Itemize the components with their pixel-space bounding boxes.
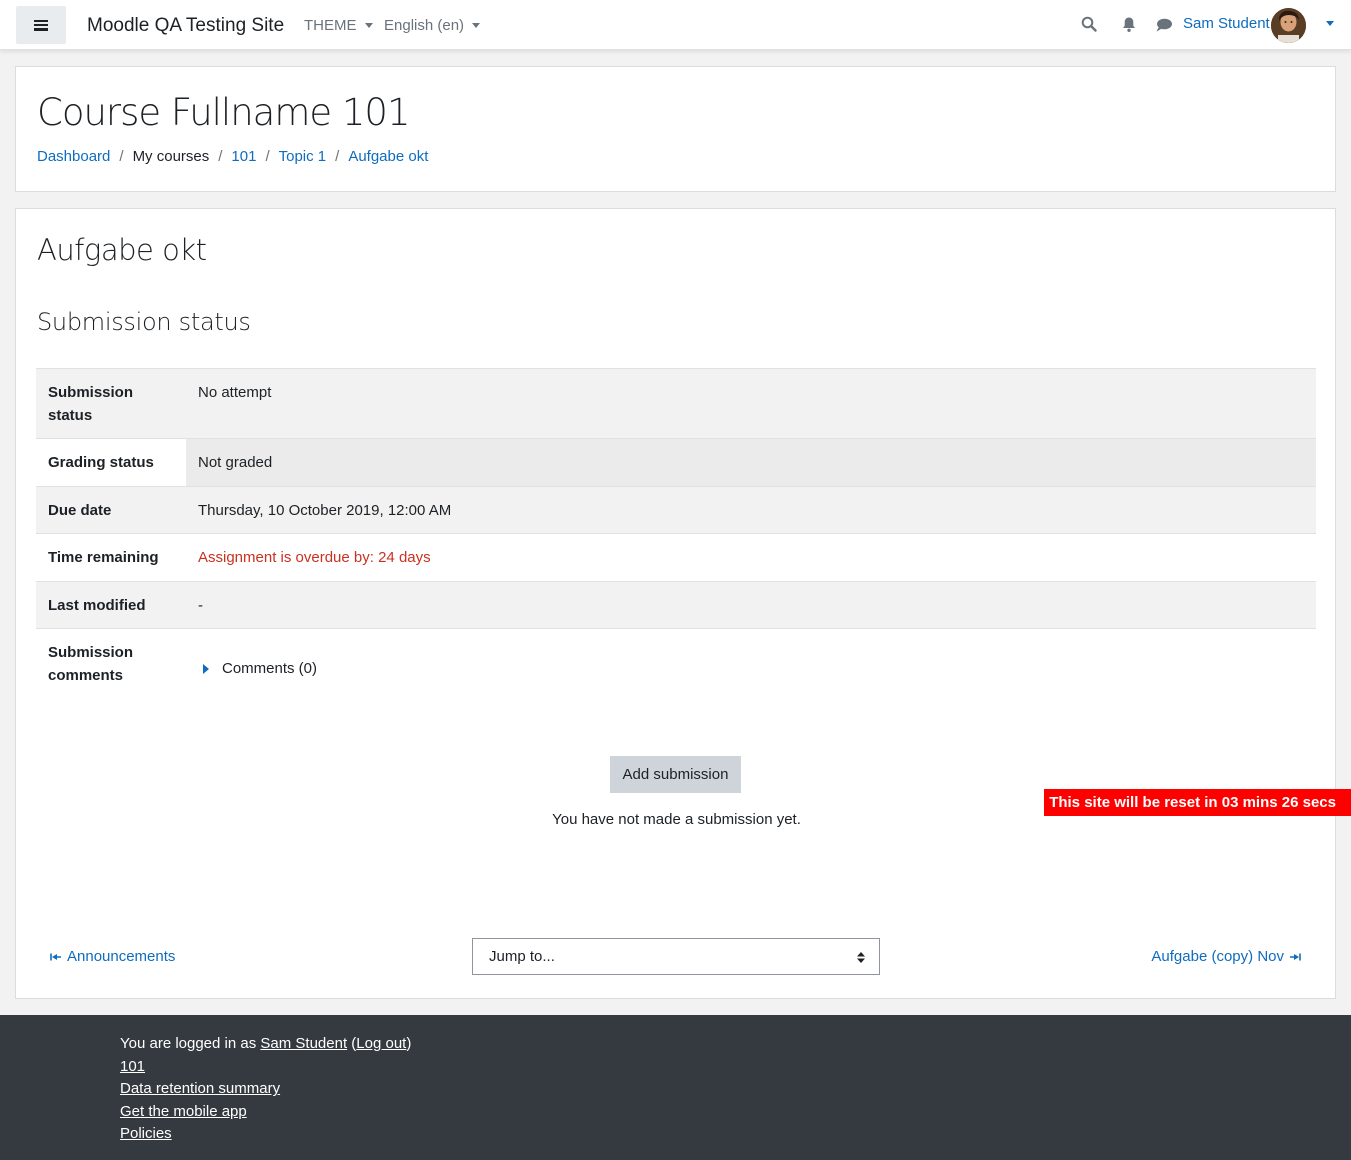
table-row: Last modified - bbox=[36, 582, 1316, 629]
breadcrumb: Dashboard / My courses / 101 / Topic 1 /… bbox=[37, 148, 428, 165]
table-row: Grading status Not graded bbox=[36, 439, 1316, 487]
site-name-link[interactable]: Moodle QA Testing Site bbox=[87, 15, 284, 37]
previous-activity-link[interactable]: Announcements bbox=[50, 948, 175, 965]
section-title: Submission status bbox=[37, 308, 251, 336]
site-reset-banner: This site will be reset in 03 mins 26 se… bbox=[1044, 789, 1351, 816]
select-arrows-icon bbox=[857, 952, 865, 963]
footer-user-link[interactable]: Sam Student bbox=[260, 1035, 347, 1052]
language-menu[interactable]: English (en) bbox=[384, 17, 481, 34]
mobile-app-link[interactable]: Get the mobile app bbox=[120, 1103, 247, 1120]
table-row: Due date Thursday, 10 October 2019, 12:0… bbox=[36, 487, 1316, 534]
caret-right-icon bbox=[203, 663, 209, 674]
bell-icon[interactable] bbox=[1121, 16, 1137, 37]
row-label: Time remaining bbox=[48, 549, 159, 566]
row-label: Submission status bbox=[48, 384, 134, 424]
messages-icon[interactable] bbox=[1155, 17, 1173, 37]
caret-down-icon bbox=[364, 23, 373, 28]
row-value: Thursday, 10 October 2019, 12:00 AM bbox=[198, 502, 452, 519]
breadcrumb-topic[interactable]: Topic 1 bbox=[279, 148, 327, 165]
arrow-left-icon bbox=[50, 953, 61, 960]
language-menu-label: English (en) bbox=[384, 17, 465, 34]
table-row: Submission status No attempt bbox=[36, 369, 1316, 439]
user-menu-name[interactable]: Sam Student bbox=[1183, 15, 1270, 32]
avatar[interactable] bbox=[1271, 8, 1306, 43]
jump-to-select[interactable]: Jump to... bbox=[472, 938, 880, 975]
breadcrumb-separator: / bbox=[119, 148, 124, 165]
logged-in-prefix: You are logged in as bbox=[120, 1035, 257, 1052]
hamburger-icon bbox=[34, 19, 48, 31]
breadcrumb-course[interactable]: 101 bbox=[231, 148, 256, 165]
data-retention-link[interactable]: Data retention summary bbox=[120, 1080, 280, 1097]
row-value: Not graded bbox=[198, 454, 273, 471]
main-content: Aufgabe okt Submission status Submission… bbox=[15, 208, 1336, 999]
overdue-text: Assignment is overdue by: 24 days bbox=[198, 549, 431, 566]
row-label: Grading status bbox=[48, 454, 154, 471]
next-activity-label: Aufgabe (copy) Nov bbox=[1151, 948, 1284, 965]
page-title: Course Fullname 101 bbox=[37, 91, 411, 134]
user-menu-caret-icon[interactable] bbox=[1326, 21, 1334, 26]
jump-to-value: Jump to... bbox=[489, 948, 555, 965]
row-label: Submission comments bbox=[48, 644, 134, 684]
row-label: Due date bbox=[48, 502, 112, 519]
next-activity-link[interactable]: Aufgabe (copy) Nov bbox=[1151, 948, 1301, 965]
page-footer: You are logged in as Sam Student (Log ou… bbox=[0, 1015, 1351, 1160]
policies-link[interactable]: Policies bbox=[120, 1125, 172, 1142]
previous-activity-label: Announcements bbox=[67, 948, 176, 965]
breadcrumb-activity[interactable]: Aufgabe okt bbox=[348, 148, 428, 165]
table-row: Time remaining Assignment is overdue by:… bbox=[36, 534, 1316, 582]
top-navbar: Moodle QA Testing Site THEME English (en… bbox=[0, 0, 1351, 50]
breadcrumb-dashboard[interactable]: Dashboard bbox=[37, 148, 110, 165]
logged-in-info: You are logged in as Sam Student (Log ou… bbox=[120, 1035, 412, 1052]
logout-link[interactable]: Log out bbox=[356, 1035, 406, 1052]
submission-status-table: Submission status No attempt Grading sta… bbox=[36, 368, 1316, 701]
breadcrumb-separator: / bbox=[265, 148, 270, 165]
activity-title: Aufgabe okt bbox=[37, 233, 207, 267]
row-value: No attempt bbox=[198, 384, 272, 401]
caret-down-icon bbox=[472, 23, 481, 28]
breadcrumb-separator: / bbox=[218, 148, 223, 165]
comments-label: Comments (0) bbox=[222, 660, 318, 677]
row-value: - bbox=[198, 597, 203, 614]
breadcrumb-separator: / bbox=[335, 148, 340, 165]
search-icon[interactable] bbox=[1081, 16, 1097, 36]
page-header: Course Fullname 101 Dashboard / My cours… bbox=[15, 66, 1336, 192]
add-submission-button[interactable]: Add submission bbox=[610, 756, 741, 793]
theme-menu-label: THEME bbox=[304, 17, 357, 34]
footer-course-link[interactable]: 101 bbox=[120, 1058, 145, 1075]
footer-links: You are logged in as Sam Student (Log ou… bbox=[120, 1033, 411, 1146]
comments-toggle[interactable]: Comments (0) bbox=[203, 657, 317, 680]
row-label: Last modified bbox=[48, 597, 146, 614]
arrow-right-icon bbox=[1290, 953, 1301, 960]
breadcrumb-my-courses: My courses bbox=[132, 148, 210, 165]
theme-menu[interactable]: THEME bbox=[304, 17, 373, 34]
hamburger-menu-button[interactable] bbox=[16, 6, 66, 44]
table-row: Submission comments Comments (0) bbox=[36, 629, 1316, 701]
